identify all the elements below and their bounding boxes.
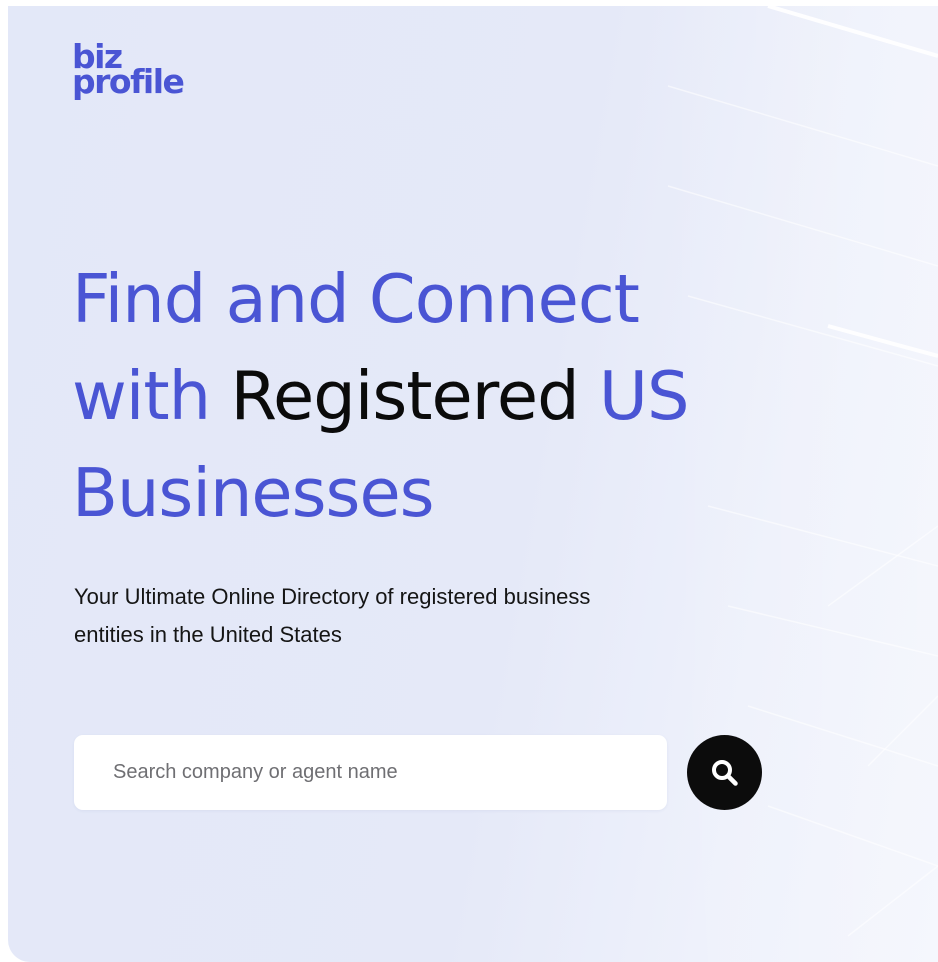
hero-headline: Find and Connect with Registered US Busine… [72,251,832,542]
search-icon [709,757,741,789]
bizprofile-logo[interactable]: biz profile [72,40,185,101]
headline-part-2: with [72,357,211,435]
headline-part-1: Find and Connect [72,260,640,338]
search-input[interactable] [74,735,667,810]
search-button[interactable] [687,735,762,810]
headline-highlight: Registered [230,357,579,435]
hero-section: biz profile Find and Connect with Registe… [8,6,938,962]
logo-line-profile: profile [72,62,185,101]
hero-subtitle: Your Ultimate Online Directory of regist… [74,584,591,647]
headline-part-4: Businesses [72,454,435,532]
headline-part-3: US [598,357,690,435]
search-box[interactable] [74,735,667,810]
